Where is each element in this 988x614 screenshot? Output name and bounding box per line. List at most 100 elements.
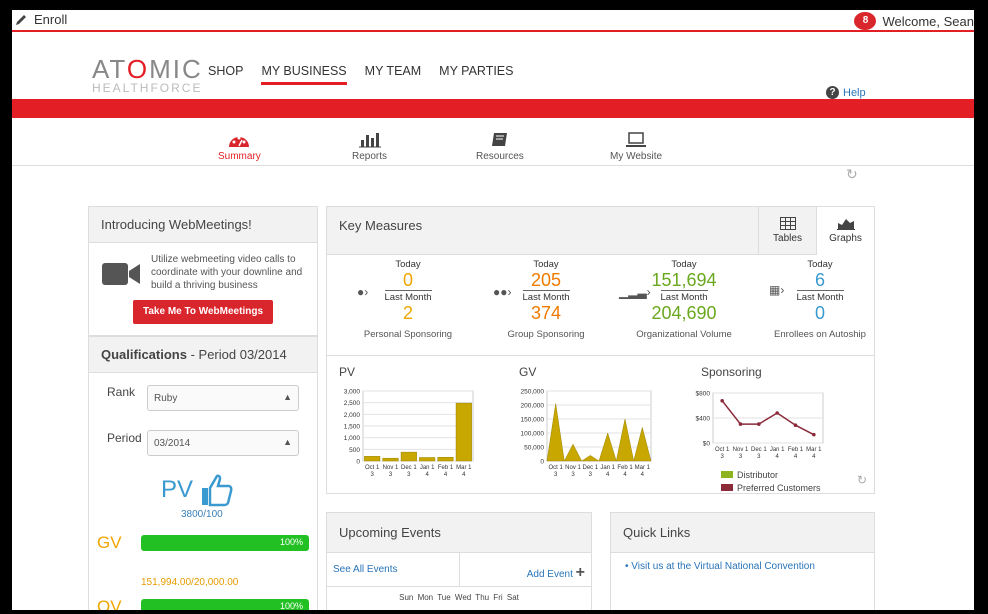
- x-tick-label: 4: [462, 472, 466, 478]
- preferred-customers-point: [793, 423, 798, 428]
- nav-my-parties[interactable]: MY PARTIES: [439, 64, 513, 85]
- x-tick-label: Jan 1: [600, 465, 615, 471]
- welcome-area[interactable]: 8 Welcome, Sean: [854, 12, 974, 30]
- tab-tables[interactable]: Tables: [758, 207, 816, 255]
- refresh-icon[interactable]: ↻: [846, 166, 858, 183]
- legend-swatch: [721, 484, 733, 491]
- gv-progress-bar: 100%: [141, 535, 309, 551]
- quick-links-title: Quick Links: [611, 513, 874, 553]
- x-tick-label: 3: [554, 472, 558, 478]
- x-tick-label: Jan 1: [770, 447, 785, 453]
- pv-bar: [437, 457, 454, 462]
- tab-graphs[interactable]: Graphs: [816, 207, 874, 255]
- pv-chart: 3,0002,5002,0001,5001,0005000Oct 13Nov 1…: [344, 389, 474, 478]
- refresh-icon[interactable]: ↻: [857, 473, 867, 487]
- y-tick-label: $400: [696, 416, 711, 423]
- nav-shop[interactable]: SHOP: [208, 64, 243, 85]
- legend-label: Preferred Customers: [737, 483, 821, 493]
- nav-my-team[interactable]: MY TEAM: [365, 64, 422, 85]
- select-arrow-icon: ▲︎: [283, 437, 292, 447]
- table-icon: [779, 217, 796, 230]
- x-tick-label: 4: [641, 472, 645, 478]
- x-tick-label: Nov 1: [383, 465, 399, 471]
- x-tick-label: Jan 1: [420, 465, 435, 471]
- preferred-customers-point: [720, 398, 724, 403]
- x-tick-label: Dec 1: [582, 465, 598, 471]
- key-measures-title: Key Measures: [339, 218, 423, 233]
- x-tick-label: 4: [606, 472, 610, 478]
- x-tick-label: 4: [812, 454, 816, 460]
- wechat-watermark: 黑鸟: [876, 566, 954, 595]
- x-tick-label: Feb 1: [438, 465, 454, 471]
- x-tick-label: Feb 1: [617, 465, 633, 471]
- subnav-reports[interactable]: Reports: [352, 132, 387, 162]
- measure-group-sponsoring: Today 205 Last Month 374 Group Sponsorin…: [507, 259, 585, 340]
- subnav-my-website[interactable]: My Website: [610, 132, 662, 162]
- y-tick-label: 0: [540, 459, 544, 466]
- x-tick-label: 3: [589, 472, 593, 478]
- x-tick-label: 4: [425, 472, 429, 478]
- upcoming-events-title: Upcoming Events: [327, 513, 591, 553]
- x-tick-label: Dec 1: [751, 447, 767, 453]
- main-nav: SHOP MY BUSINESS MY TEAM MY PARTIES: [208, 64, 514, 85]
- x-tick-label: Dec 1: [401, 465, 417, 471]
- rank-select[interactable]: Ruby ▲︎: [147, 385, 299, 411]
- gauge-icon: [229, 136, 250, 147]
- bar-chart-icon: [358, 133, 381, 148]
- preferred-customers-point: [812, 432, 816, 437]
- chart-title-gv: GV: [519, 365, 537, 379]
- help-label: Help: [843, 86, 866, 99]
- y-tick-label: 0: [356, 459, 360, 466]
- pv-bar: [419, 457, 436, 462]
- see-all-events-link[interactable]: See All Events: [327, 553, 459, 586]
- x-tick-label: Oct 1: [548, 465, 563, 471]
- pv-indicator: PV: [161, 473, 233, 507]
- nav-my-business[interactable]: MY BUSINESS: [261, 64, 347, 85]
- pv-bar: [364, 456, 381, 462]
- subnav-summary[interactable]: Summary: [218, 132, 261, 162]
- qualifications-panel: Qualifications - Period 03/2014 Rank Rub…: [88, 336, 318, 610]
- quick-link-item[interactable]: • Visit us at the Virtual National Conve…: [611, 553, 874, 580]
- enroll-link[interactable]: Enroll: [14, 12, 67, 27]
- add-event-button[interactable]: Add Event +: [458, 553, 592, 586]
- area-chart-icon: [836, 219, 855, 230]
- webmeetings-title: Introducing WebMeetings!: [89, 207, 317, 243]
- y-tick-label: 1,000: [344, 435, 361, 442]
- atomic-logo[interactable]: ATOMIC HEALTHFORCE: [92, 54, 203, 95]
- period-select[interactable]: 03/2014 ▲︎: [147, 430, 299, 456]
- preferred-customers-point: [757, 422, 761, 426]
- x-tick-label: 4: [444, 472, 448, 478]
- quick-links-panel: Quick Links • Visit us at the Virtual Na…: [610, 512, 875, 610]
- legend-swatch: [721, 471, 733, 478]
- x-tick-label: 3: [757, 454, 761, 460]
- subnav-resources[interactable]: Resources: [476, 132, 524, 162]
- person-icon: ●›: [357, 285, 369, 299]
- chart-title-pv: PV: [339, 365, 356, 379]
- gv-chart: 250,000 200,000 150,000 100,000 50,000 0 Oct 1…: [521, 389, 652, 478]
- measure-enrollees-on-autoship: Today 6 Last Month 0 Enrollees on Autosh…: [774, 259, 866, 340]
- x-tick-label: 3: [739, 454, 743, 460]
- x-tick-label: 3: [571, 472, 575, 478]
- x-tick-label: 4: [775, 454, 779, 460]
- rank-label: Rank: [107, 385, 136, 399]
- plus-icon: +: [575, 564, 585, 581]
- video-camera-icon: [102, 263, 140, 285]
- y-tick-label: 1,500: [344, 424, 361, 431]
- x-tick-label: Oct 1: [715, 447, 730, 453]
- take-me-to-webmeetings-button[interactable]: Take Me To WebMeetings: [133, 300, 273, 324]
- y-tick-label: 2,000: [344, 412, 361, 419]
- preferred-customers-point: [775, 411, 779, 415]
- calendar-icon: ▦›: [769, 283, 785, 297]
- group-icon: ●●›: [493, 285, 512, 299]
- welcome-text: Welcome, Sean: [882, 13, 974, 29]
- pv-ratio: 3800/100: [181, 509, 223, 520]
- enroll-label: Enroll: [34, 12, 68, 27]
- notification-badge[interactable]: 8: [854, 12, 877, 30]
- x-tick-label: 3: [720, 454, 724, 460]
- help-link[interactable]: ? Help: [826, 86, 866, 99]
- y-tick-label: 3,000: [344, 389, 361, 396]
- y-tick-label: $0: [703, 441, 711, 448]
- ov-progress-bar: 100%: [141, 599, 309, 610]
- preferred-customers-point: [738, 422, 743, 426]
- y-tick-label: 500: [349, 447, 360, 454]
